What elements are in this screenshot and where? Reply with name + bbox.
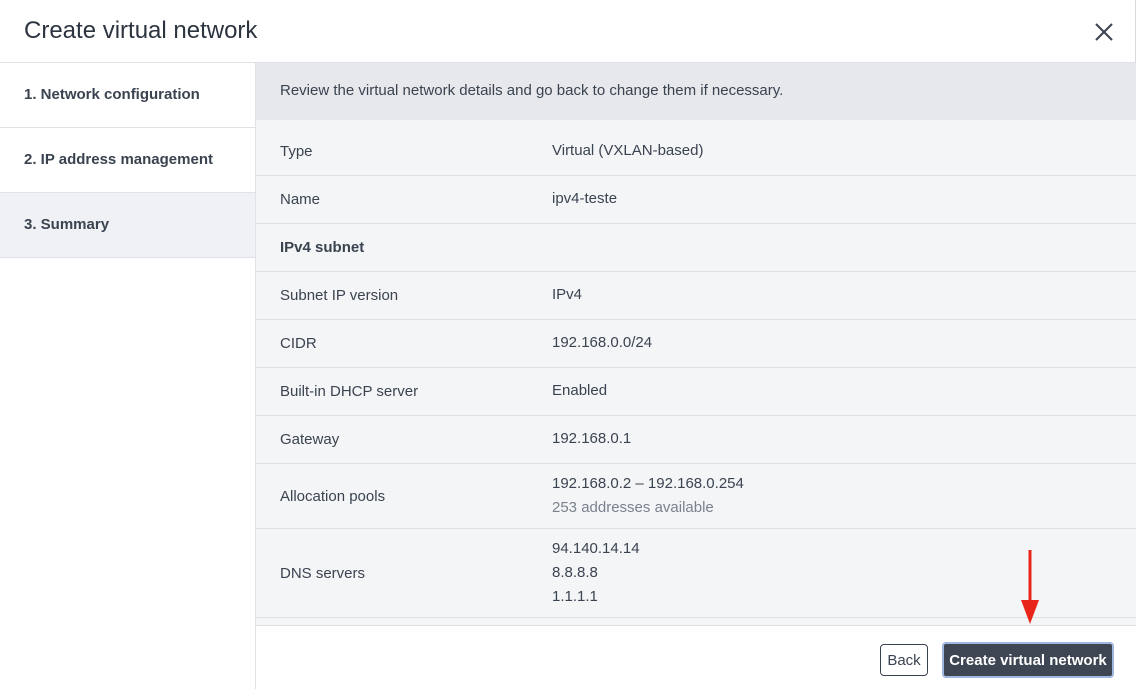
close-icon — [1095, 23, 1113, 41]
row-value: IPv4 — [552, 286, 583, 303]
summary-table: Type Virtual (VXLAN-based) Name ipv4-tes… — [256, 120, 1136, 625]
pool-range: 192.168.0.2 – 192.168.0.254 — [552, 475, 744, 492]
row-label: Type — [280, 143, 313, 160]
dialog-header: Create virtual network — [0, 0, 1136, 63]
row-value: Virtual (VXLAN-based) — [552, 142, 704, 159]
row-allocation-pools: Allocation pools 192.168.0.2 – 192.168.0… — [256, 464, 1136, 529]
row-dns-servers: DNS servers 94.140.14.14 8.8.8.8 1.1.1.1 — [256, 529, 1136, 618]
row-value: 192.168.0.2 – 192.168.0.254 253 addresse… — [552, 472, 744, 520]
row-value: 192.168.0.0/24 — [552, 334, 653, 351]
dialog-title: Create virtual network — [24, 17, 258, 44]
section-ipv4-subnet: IPv4 subnet — [256, 224, 1136, 272]
row-gateway: Gateway 192.168.0.1 — [256, 416, 1136, 464]
pool-availability: 253 addresses available — [552, 499, 714, 516]
row-value: 94.140.14.14 8.8.8.8 1.1.1.1 — [552, 537, 640, 609]
row-label: CIDR — [280, 335, 317, 352]
dns-server-item: 1.1.1.1 — [552, 588, 598, 605]
row-value: Enabled — [552, 382, 608, 399]
row-label: Subnet IP version — [280, 287, 399, 304]
row-value: 192.168.0.1 — [552, 430, 632, 447]
step-ip-address-management[interactable]: 2. IP address management — [0, 128, 255, 193]
step-summary[interactable]: 3. Summary — [0, 193, 255, 258]
row-label: Name — [280, 191, 321, 208]
wizard-steps: 1. Network configuration 2. IP address m… — [0, 63, 256, 689]
row-label: Built-in DHCP server — [280, 383, 419, 400]
step-network-configuration[interactable]: 1. Network configuration — [0, 63, 255, 128]
row-value: ipv4-teste — [552, 190, 618, 207]
red-arrow-icon — [1021, 550, 1039, 624]
row-type: Type Virtual (VXLAN-based) — [256, 120, 1136, 176]
row-cidr: CIDR 192.168.0.0/24 — [256, 320, 1136, 368]
dns-server-item: 94.140.14.14 — [552, 540, 640, 557]
create-virtual-network-button[interactable]: Create virtual network — [942, 642, 1114, 678]
create-network-dialog: Create virtual network 1. Network config… — [0, 0, 1136, 689]
section-title: IPv4 subnet — [280, 239, 365, 256]
back-button[interactable]: Back — [880, 644, 928, 676]
row-subnet-ip-version: Subnet IP version IPv4 — [256, 272, 1136, 320]
info-banner: Review the virtual network details and g… — [256, 63, 1136, 120]
dialog-footer: Back Create virtual network — [256, 625, 1136, 689]
close-button[interactable] — [1090, 18, 1118, 46]
row-dhcp-server: Built-in DHCP server Enabled — [256, 368, 1136, 416]
row-label: DNS servers — [280, 565, 366, 582]
row-name: Name ipv4-teste — [256, 176, 1136, 224]
row-label: Allocation pools — [280, 488, 386, 505]
summary-panel: Review the virtual network details and g… — [256, 63, 1136, 689]
row-label: Gateway — [280, 431, 340, 448]
dns-server-item: 8.8.8.8 — [552, 564, 598, 581]
